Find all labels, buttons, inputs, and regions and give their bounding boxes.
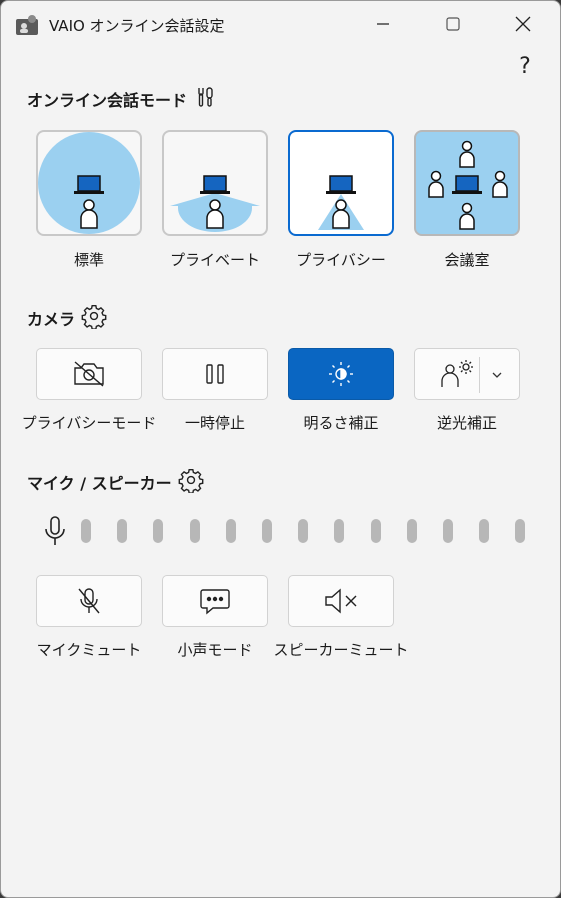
speaker-mute-icon (325, 588, 357, 614)
maximize-button[interactable] (423, 1, 483, 47)
mic-level-bar (117, 519, 128, 543)
mode-section-title: オンライン会話モード (27, 85, 217, 113)
mode-meeting-room-label: 会議室 (444, 251, 490, 269)
speaker-mute-button[interactable] (288, 575, 394, 627)
mic-level-bar (225, 519, 236, 543)
mic-mute-label: マイクミュート (36, 641, 142, 659)
backlight-correction-button[interactable] (414, 348, 520, 400)
mode-private-label: プライベート (169, 251, 260, 269)
brightness-icon (329, 362, 353, 386)
mic-level-bar (515, 519, 526, 543)
camera-settings-gear-icon[interactable] (81, 303, 107, 333)
brightness-correction-button[interactable] (288, 348, 394, 400)
mic-level-bar (153, 519, 164, 543)
speaker-mute-label: スピーカーミュート (273, 641, 409, 659)
title-bar: VAIO オンライン会話設定 (1, 1, 560, 49)
mic-level-bar (370, 519, 381, 543)
app-window: VAIO オンライン会話設定 ? オンライン会話モード 標準 プライベート プラ… (0, 0, 561, 898)
mic-level-bar (81, 519, 91, 543)
mic-mute-button[interactable] (36, 575, 142, 627)
mic-level-bar (189, 519, 200, 543)
camera-section-title: カメラ (27, 303, 107, 333)
backlight-person-icon (441, 360, 473, 387)
pause-label: 一時停止 (184, 414, 245, 432)
privacy-mode-label: プライバシーモード (21, 414, 157, 432)
mode-meeting-room-tile[interactable] (414, 130, 520, 236)
camera-off-icon (74, 361, 104, 387)
whisper-mode-button[interactable] (162, 575, 268, 627)
mic-mute-icon (78, 588, 100, 614)
tools-icon[interactable] (193, 85, 217, 113)
mode-section-title-text: オンライン会話モード (27, 91, 188, 110)
mode-privacy-label: プライバシー (296, 251, 386, 269)
microphone-icon (43, 515, 67, 551)
vaio-app-icon (15, 13, 39, 37)
mic-level-bar (406, 519, 417, 543)
mode-standard-tile[interactable] (36, 130, 142, 236)
mic-level-bar (479, 519, 490, 543)
backlight-correction-label: 逆光補正 (436, 414, 497, 432)
mic-speaker-section-title: マイク / スピーカー (27, 467, 204, 497)
privacy-mode-button[interactable] (36, 348, 142, 400)
window-title: VAIO オンライン会話設定 (49, 17, 225, 35)
mic-level-bar (298, 519, 309, 543)
split-divider (479, 357, 480, 393)
whisper-mode-label: 小声モード (177, 641, 253, 659)
mic-level-bar (443, 519, 453, 543)
chevron-down-icon[interactable] (487, 363, 507, 387)
close-button[interactable] (493, 1, 553, 47)
camera-section-title-text: カメラ (27, 310, 76, 329)
mic-level-bar (334, 519, 345, 543)
mic-speaker-section-title-text: マイク / スピーカー (27, 474, 172, 493)
mic-level-bar (262, 519, 272, 543)
mode-privacy-tile[interactable] (288, 130, 394, 236)
minimize-button[interactable] (353, 1, 413, 47)
mode-standard-label: 標準 (73, 251, 104, 269)
chat-bubble-icon (200, 589, 230, 615)
brightness-correction-label: 明るさ補正 (303, 414, 379, 432)
pause-icon (206, 364, 224, 384)
help-button[interactable]: ? (511, 53, 539, 81)
mic-settings-gear-icon[interactable] (178, 467, 204, 497)
mode-private-tile[interactable] (162, 130, 268, 236)
pause-button[interactable] (162, 348, 268, 400)
